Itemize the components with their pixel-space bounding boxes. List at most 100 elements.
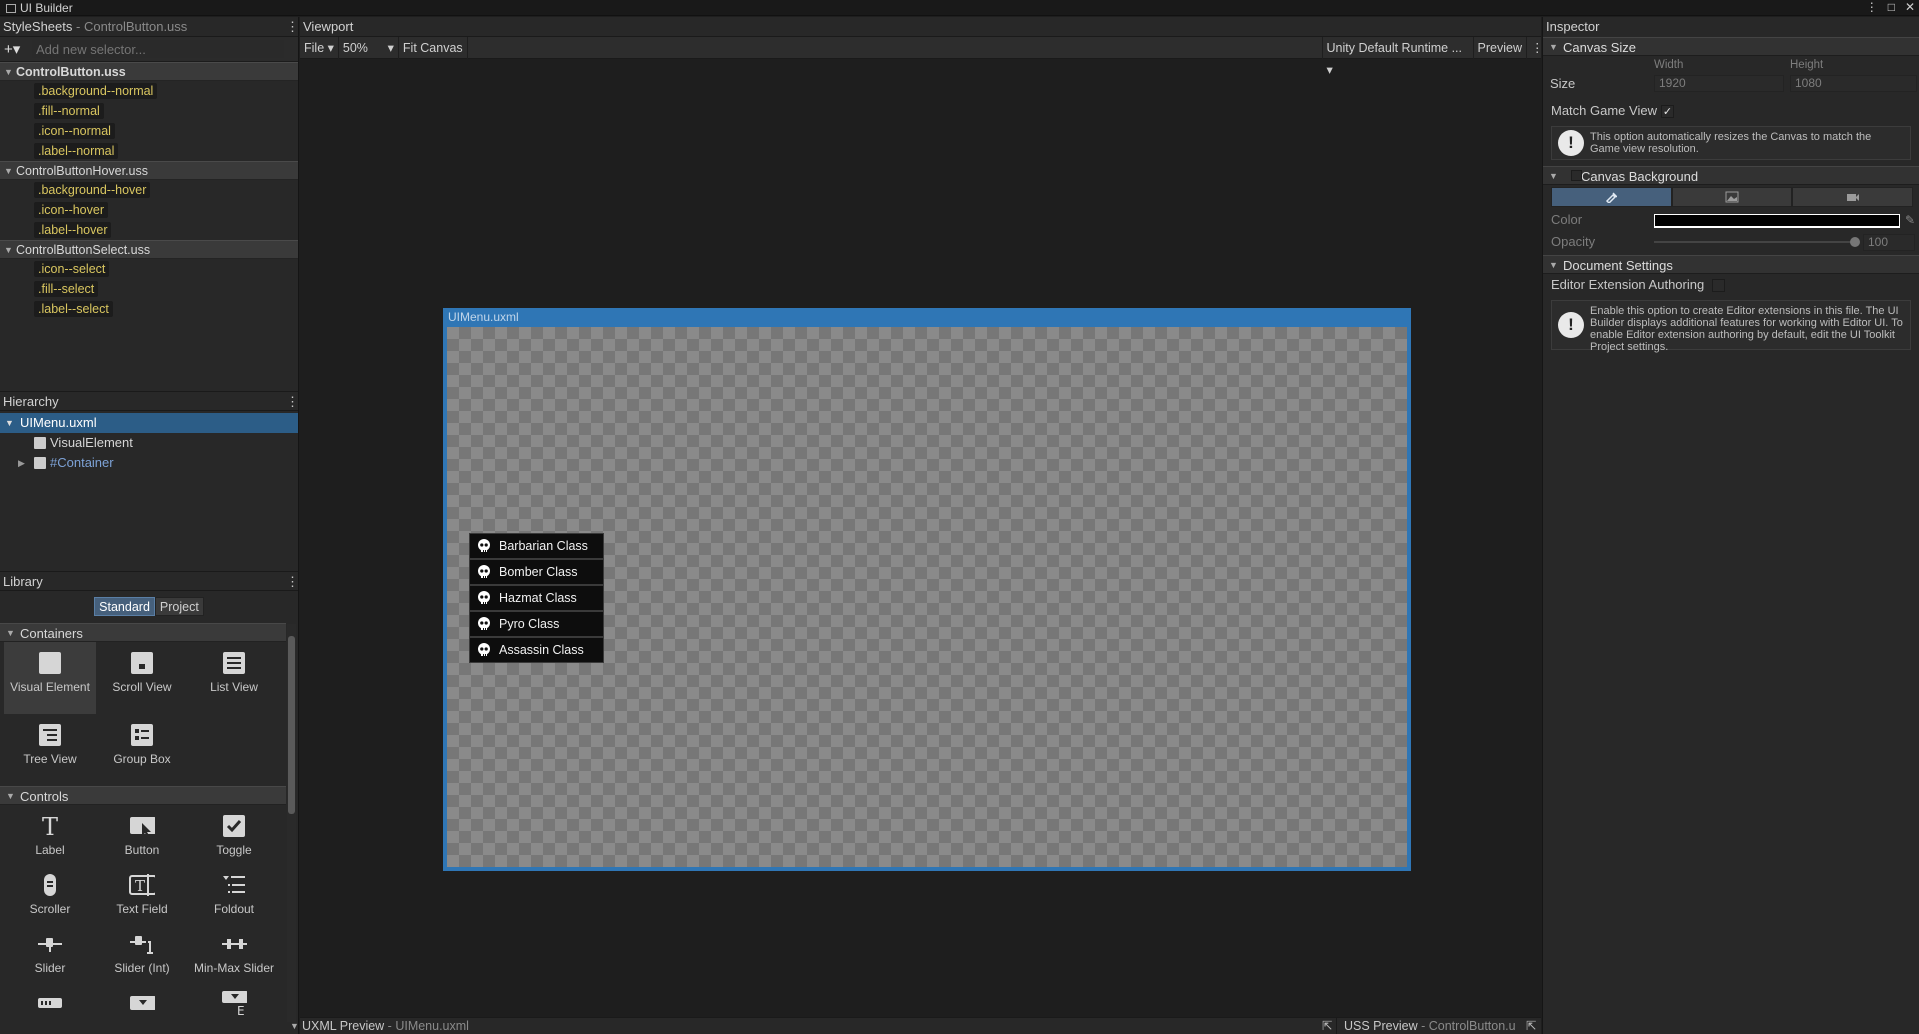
selector-chip[interactable]: .icon--normal [34, 123, 115, 139]
file-menu-label: File [304, 40, 325, 55]
scroll-view-icon [129, 650, 155, 676]
selector-chip[interactable]: .label--select [34, 301, 113, 317]
library-category-containers[interactable]: ▼ Containers [0, 623, 286, 642]
expand-triangle-icon[interactable]: ▼ [6, 787, 15, 806]
close-icon[interactable]: ✕ [1905, 0, 1915, 14]
fit-canvas-button[interactable]: Fit Canvas [399, 36, 468, 59]
add-selector-input[interactable] [32, 40, 284, 58]
expand-triangle-icon[interactable]: ▶ [18, 453, 25, 473]
expand-triangle-icon[interactable]: ▼ [6, 624, 15, 643]
eyedropper-icon[interactable]: ✎ [1905, 209, 1915, 231]
expand-triangle-icon[interactable]: ▼ [5, 413, 14, 433]
library-item-slider[interactable]: Slider [4, 923, 96, 982]
section-canvas-size[interactable]: ▼ Canvas Size [1543, 37, 1919, 56]
selector-chip[interactable]: .fill--normal [34, 103, 104, 119]
library-item-scroller[interactable]: Scroller [4, 864, 96, 923]
uss-group-controlbuttonhover[interactable]: ▼ ControlButtonHover.uss [0, 161, 298, 180]
library-menu-icon[interactable]: ⋮ [286, 575, 299, 589]
selector-chip[interactable]: .fill--select [34, 281, 99, 297]
library-item-foldout[interactable]: Foldout [188, 864, 280, 923]
tab-project[interactable]: Project [154, 597, 204, 616]
library-item-label: Visual Element [10, 680, 90, 694]
color-swatch[interactable] [1654, 214, 1900, 228]
open-external-icon[interactable]: ⇱ [1526, 1018, 1536, 1034]
width-field[interactable]: 1920 [1654, 75, 1784, 92]
selector-chip[interactable]: .label--normal [34, 143, 119, 159]
color-mode-tab[interactable] [1551, 187, 1672, 207]
library-item-enum-field[interactable]: E [188, 982, 280, 1022]
library-item-progress-bar[interactable] [4, 982, 96, 1022]
hierarchy-menu-icon[interactable]: ⋮ [286, 395, 299, 409]
app-title: UI Builder [6, 1, 73, 15]
editor-extension-checkbox[interactable] [1712, 279, 1725, 292]
expand-triangle-icon[interactable]: ▼ [4, 241, 13, 259]
uss-group-controlbutton[interactable]: ▼ ControlButton.uss [0, 62, 298, 81]
menu-item-barbarian[interactable]: Barbarian Class [469, 533, 604, 559]
preview-button[interactable]: Preview [1474, 37, 1527, 59]
expand-triangle-icon[interactable]: ▼ [1549, 167, 1558, 186]
expand-triangle-icon[interactable]: ▼ [4, 63, 13, 81]
zoom-dropdown[interactable]: 50% ▾ [339, 36, 399, 59]
menu-item-bomber[interactable]: Bomber Class [469, 559, 604, 585]
library-item-label[interactable]: T Label [4, 805, 96, 864]
selector-chip[interactable]: .label--hover [34, 222, 112, 238]
menu-item-assassin[interactable]: Assassin Class [469, 637, 604, 663]
match-game-view-checkbox[interactable]: ✓ [1661, 105, 1674, 118]
tab-standard[interactable]: Standard [94, 597, 155, 616]
section-document-settings[interactable]: ▼ Document Settings [1543, 255, 1919, 274]
slider-icon [37, 931, 63, 957]
selector-chip[interactable]: .background--hover [34, 182, 151, 198]
library-item-list-view[interactable]: List View [188, 642, 280, 714]
library-item-toggle[interactable]: Toggle [188, 805, 280, 864]
library-scrollbar[interactable] [287, 624, 296, 1022]
canvas-frame[interactable]: UIMenu.uxml Barbarian Class Bomber Class… [443, 308, 1411, 871]
library-item-min-max-slider[interactable]: Min-Max Slider [188, 923, 280, 982]
file-menu-button[interactable]: File ▾ [300, 36, 339, 59]
canvas-background-checkbox[interactable] [1571, 170, 1582, 181]
opacity-slider-track[interactable] [1654, 241, 1854, 243]
library-scroll-thumb[interactable] [288, 636, 295, 814]
library-item-group-box[interactable]: Group Box [96, 714, 188, 786]
menu-item-pyro[interactable]: Pyro Class [469, 611, 604, 637]
selector-chip[interactable]: .background--normal [34, 83, 158, 99]
canvas[interactable]: Barbarian Class Bomber Class Hazmat Clas… [447, 327, 1407, 867]
height-field[interactable]: 1080 [1790, 75, 1917, 92]
height-label: Height [1790, 59, 1824, 71]
selector-chip[interactable]: .icon--hover [34, 202, 108, 218]
library-item-scroll-view[interactable]: Scroll View [96, 642, 188, 714]
library-category-controls[interactable]: ▼ Controls [0, 786, 286, 805]
hierarchy-item-visualelement[interactable]: VisualElement [0, 433, 298, 453]
opacity-slider-handle[interactable] [1850, 237, 1860, 247]
library-item-button[interactable]: Button [96, 805, 188, 864]
theme-dropdown[interactable]: Unity Default Runtime ... ▾ [1321, 37, 1474, 77]
library-item-text-field[interactable]: T Text Field [96, 864, 188, 923]
hierarchy-item-container[interactable]: ▶ #Container [0, 453, 298, 473]
menu-item-hazmat[interactable]: Hazmat Class [469, 585, 604, 611]
open-external-icon[interactable]: ⇱ [1322, 1018, 1332, 1034]
stylesheets-menu-icon[interactable]: ⋮ [286, 20, 299, 34]
uxml-preview-tab[interactable]: UXML Preview - UIMenu.uxml [302, 1018, 469, 1034]
preview-bar: ▼ UXML Preview - UIMenu.uxml ⇱ USS Previ… [290, 1017, 1541, 1034]
expand-triangle-icon[interactable]: ▼ [1549, 38, 1558, 57]
add-stylesheet-icon[interactable]: +▾ [4, 40, 32, 58]
selector-chip[interactable]: .icon--select [34, 261, 110, 277]
expand-triangle-icon[interactable]: ▼ [1549, 256, 1558, 275]
image-mode-tab[interactable] [1671, 187, 1793, 207]
opacity-field[interactable]: 100 [1863, 234, 1915, 251]
library-item-dropdown[interactable] [96, 982, 188, 1022]
viewport-menu-icon[interactable]: ⋮ [1527, 37, 1544, 59]
expand-triangle-icon[interactable]: ▼ [4, 162, 13, 180]
camera-mode-tab[interactable] [1792, 187, 1914, 207]
uss-preview-tab[interactable]: USS Preview - ControlButton.u [1344, 1018, 1516, 1034]
hierarchy-root[interactable]: ▼ UIMenu.uxml [0, 413, 298, 433]
library-item-slider-int[interactable]: Slider (Int) [96, 923, 188, 982]
collapse-triangle-icon[interactable]: ▼ [290, 1018, 299, 1034]
library-item-tree-view[interactable]: Tree View [4, 714, 96, 786]
uss-group-controlbuttonselect[interactable]: ▼ ControlButtonSelect.uss [0, 240, 298, 259]
section-canvas-background[interactable]: ▼ Canvas Background [1543, 166, 1919, 185]
hierarchy-item-label: VisualElement [50, 435, 133, 450]
hierarchy-header: Hierarchy ⋮ [0, 391, 299, 411]
library-item-visual-element[interactable]: Visual Element [4, 642, 96, 714]
maximize-icon[interactable]: □ [1888, 0, 1895, 14]
window-menu-icon[interactable]: ⋮ [1866, 0, 1878, 14]
